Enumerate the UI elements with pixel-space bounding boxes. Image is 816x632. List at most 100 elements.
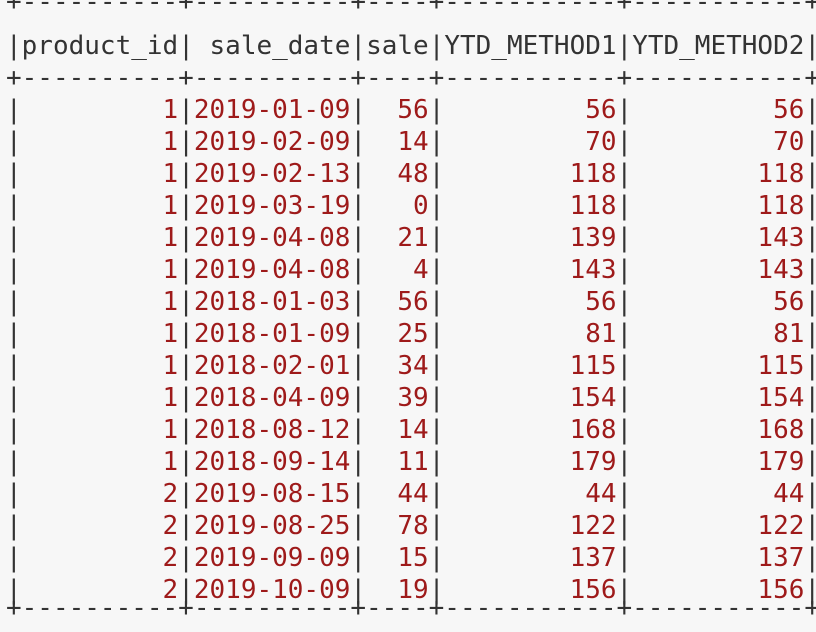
table-row: | 1|2019-02-13| 48| 118| 118| <box>6 158 816 190</box>
cell-separator: | <box>350 127 367 157</box>
table-cell: 1 <box>21 351 179 381</box>
table-cell: 1 <box>21 159 179 189</box>
table-cell: 39 <box>366 383 429 413</box>
cell-separator: | <box>6 127 22 157</box>
table-cell: 118 <box>444 159 617 189</box>
cell-separator: | <box>428 191 445 221</box>
cell-separator: | <box>428 95 445 125</box>
table-cell: 44 <box>366 479 429 509</box>
table-cell: 2 <box>21 511 179 541</box>
cell-separator: | <box>350 255 367 285</box>
table-cell: 2018-02-01 <box>193 351 351 381</box>
table-cell: 115 <box>444 351 617 381</box>
cell-separator: | <box>616 223 633 253</box>
table-cell: 2019-01-09 <box>193 95 351 125</box>
cell-separator: | <box>178 191 194 221</box>
cell-separator: | <box>616 127 633 157</box>
cell-separator: | <box>616 159 633 189</box>
table-row: | 1|2018-08-12| 14| 168| 168| <box>6 414 816 446</box>
table-cell: 154 <box>444 383 617 413</box>
table-cell: 48 <box>366 159 429 189</box>
cell-separator: | <box>616 543 633 573</box>
table-row: | 1|2019-04-08| 21| 139| 143| <box>6 222 816 254</box>
table-cell: 2019-02-13 <box>193 159 351 189</box>
table-cell: 115 <box>632 351 805 381</box>
cell-separator: | <box>804 415 816 445</box>
cell-separator: | <box>350 223 367 253</box>
table-cell: 2 <box>21 543 179 573</box>
cell-separator: | <box>178 415 194 445</box>
table-cell: 1 <box>21 415 179 445</box>
table-border-header: +----------+----------+----+-----------+… <box>6 63 816 93</box>
table-cell: 2 <box>21 479 179 509</box>
table-cell: 25 <box>366 319 429 349</box>
table-row: | 1|2018-09-14| 11| 179| 179| <box>6 446 816 478</box>
cell-separator: | <box>616 415 633 445</box>
table-row: | 2|2019-09-09| 15| 137| 137| <box>6 542 816 574</box>
table-cell: 44 <box>444 479 617 509</box>
cell-separator: | <box>804 383 816 413</box>
cell-separator: | <box>428 383 445 413</box>
table-row: | 2|2019-08-25| 78| 122| 122| <box>6 510 816 542</box>
cell-separator: | <box>6 95 22 125</box>
table-cell: 0 <box>366 191 429 221</box>
table-header-row: |product_id| sale_date|sale|YTD_METHOD1|… <box>6 30 816 62</box>
cell-separator: | <box>616 511 633 541</box>
table-cell: 137 <box>444 543 617 573</box>
cell-separator: | <box>616 351 633 381</box>
cell-separator: | <box>804 159 816 189</box>
cell-separator: | <box>350 511 367 541</box>
table-row: | 1|2019-02-09| 14| 70| 70| <box>6 126 816 158</box>
cell-separator: | <box>616 287 633 317</box>
table-cell: 1 <box>21 223 179 253</box>
table-cell: 137 <box>632 543 805 573</box>
cell-separator: | <box>6 31 22 61</box>
cell-separator: | <box>616 447 633 477</box>
cell-separator: | <box>804 255 816 285</box>
table-cell: 118 <box>632 159 805 189</box>
table-cell: 44 <box>632 479 805 509</box>
table-cell: 1 <box>21 191 179 221</box>
table-cell: 56 <box>444 287 617 317</box>
cell-separator: | <box>616 255 633 285</box>
cell-separator: | <box>6 319 22 349</box>
cell-separator: | <box>804 447 816 477</box>
table-cell: 168 <box>444 415 617 445</box>
table-cell: 2018-01-03 <box>193 287 351 317</box>
table-cell: 14 <box>366 415 429 445</box>
cell-separator: | <box>350 543 367 573</box>
cell-separator: | <box>428 31 445 61</box>
table-cell: 122 <box>444 511 617 541</box>
cell-separator: | <box>350 383 367 413</box>
table-cell: 56 <box>366 95 429 125</box>
cell-separator: | <box>428 511 445 541</box>
cell-separator: | <box>428 287 445 317</box>
table-cell: 70 <box>444 127 617 157</box>
cell-separator: | <box>616 319 633 349</box>
table-cell: 2019-08-15 <box>193 479 351 509</box>
cell-separator: | <box>6 447 22 477</box>
table-cell: 168 <box>632 415 805 445</box>
cell-separator: | <box>178 447 194 477</box>
table-cell: 1 <box>21 287 179 317</box>
cell-separator: | <box>6 191 22 221</box>
cell-separator: | <box>428 319 445 349</box>
table-cell: 1 <box>21 383 179 413</box>
table-row: | 1|2018-04-09| 39| 154| 154| <box>6 382 816 414</box>
table-border-bottom: +----------+----------+----+-----------+… <box>6 593 816 623</box>
table-row: | 1|2018-01-09| 25| 81| 81| <box>6 318 816 350</box>
cell-separator: | <box>804 319 816 349</box>
column-header: sale <box>366 31 429 61</box>
cell-separator: | <box>6 351 22 381</box>
cell-separator: | <box>804 223 816 253</box>
table-cell: 14 <box>366 127 429 157</box>
cell-separator: | <box>6 511 22 541</box>
table-cell: 1 <box>21 95 179 125</box>
cell-separator: | <box>428 223 445 253</box>
cell-separator: | <box>428 351 445 381</box>
cell-separator: | <box>616 479 633 509</box>
table-cell: 122 <box>632 511 805 541</box>
cell-separator: | <box>6 287 22 317</box>
cell-separator: | <box>804 511 816 541</box>
cell-separator: | <box>616 191 633 221</box>
